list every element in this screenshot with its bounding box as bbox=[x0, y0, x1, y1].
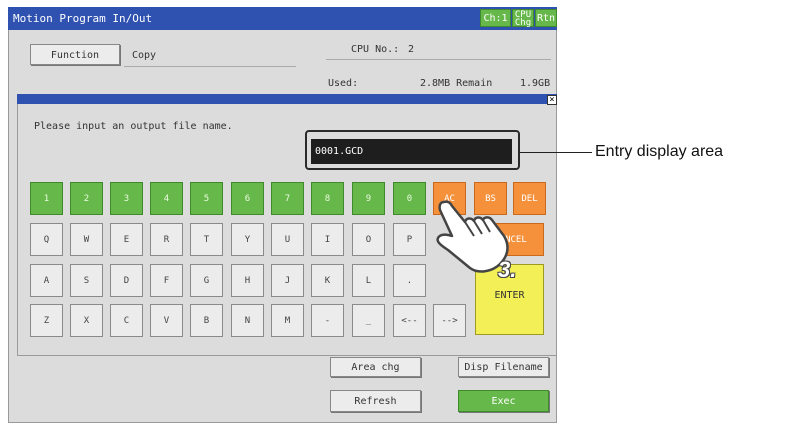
dialog-title-bar bbox=[17, 94, 557, 104]
key-minus[interactable]: - bbox=[311, 304, 344, 337]
key-v[interactable]: V bbox=[150, 304, 183, 337]
key-8[interactable]: 8 bbox=[311, 182, 344, 215]
function-underline bbox=[124, 66, 296, 67]
entry-highlight-box bbox=[305, 130, 520, 170]
key-1[interactable]: 1 bbox=[30, 182, 63, 215]
key-e[interactable]: E bbox=[110, 223, 143, 256]
key-underscore[interactable]: _ bbox=[352, 304, 385, 337]
callout-label: Entry display area bbox=[595, 143, 724, 160]
cpu-underline bbox=[326, 59, 551, 60]
cpu-number-value: 2 bbox=[408, 44, 415, 55]
key-g[interactable]: G bbox=[190, 264, 223, 297]
key-4[interactable]: 4 bbox=[150, 182, 183, 215]
key-p[interactable]: P bbox=[393, 223, 426, 256]
key-m[interactable]: M bbox=[271, 304, 304, 337]
key-5[interactable]: 5 bbox=[190, 182, 223, 215]
key-l[interactable]: L bbox=[352, 264, 385, 297]
key-2[interactable]: 2 bbox=[70, 182, 103, 215]
key-z[interactable]: Z bbox=[30, 304, 63, 337]
function-button[interactable]: Function bbox=[30, 44, 120, 65]
key-h[interactable]: H bbox=[231, 264, 264, 297]
key-3[interactable]: 3 bbox=[110, 182, 143, 215]
return-button[interactable]: Rtn bbox=[535, 9, 557, 27]
key-n[interactable]: N bbox=[231, 304, 264, 337]
key-f[interactable]: F bbox=[150, 264, 183, 297]
key-j[interactable]: J bbox=[271, 264, 304, 297]
size-value: 1.9GB bbox=[520, 78, 551, 89]
refresh-button[interactable]: Refresh bbox=[330, 390, 421, 412]
display-filename-button[interactable]: Disp Filename bbox=[458, 357, 549, 377]
key-0[interactable]: 0 bbox=[393, 182, 426, 215]
key-k[interactable]: K bbox=[311, 264, 344, 297]
key-w[interactable]: W bbox=[70, 223, 103, 256]
key-r[interactable]: R bbox=[150, 223, 183, 256]
remain-value: 2.8MB Remain bbox=[420, 78, 493, 89]
key-i[interactable]: I bbox=[311, 223, 344, 256]
key-t[interactable]: T bbox=[190, 223, 223, 256]
key-u[interactable]: U bbox=[271, 223, 304, 256]
exec-button[interactable]: Exec bbox=[458, 390, 549, 412]
close-icon[interactable]: × bbox=[547, 95, 557, 105]
key-y[interactable]: Y bbox=[231, 223, 264, 256]
cpu-number-label: CPU No.: bbox=[351, 44, 400, 55]
area-change-button[interactable]: Area chg bbox=[330, 357, 421, 377]
key-q[interactable]: Q bbox=[30, 223, 63, 256]
key-a[interactable]: A bbox=[30, 264, 63, 297]
channel-button[interactable]: Ch:1 bbox=[480, 9, 511, 27]
cursor-left-key[interactable]: <-- bbox=[393, 304, 426, 337]
dialog-prompt: Please input an output file name. bbox=[34, 121, 233, 132]
window-title: Motion Program In/Out bbox=[13, 12, 153, 25]
key-o[interactable]: O bbox=[352, 223, 385, 256]
key-7[interactable]: 7 bbox=[271, 182, 304, 215]
key-c[interactable]: C bbox=[110, 304, 143, 337]
key-b[interactable]: B bbox=[190, 304, 223, 337]
key-period[interactable]: . bbox=[393, 264, 426, 297]
function-value: Copy bbox=[132, 50, 157, 61]
key-9[interactable]: 9 bbox=[352, 182, 385, 215]
key-s[interactable]: S bbox=[70, 264, 103, 297]
key-6[interactable]: 6 bbox=[231, 182, 264, 215]
cpu-change-button[interactable]: CPU Chg bbox=[512, 9, 534, 28]
key-d[interactable]: D bbox=[110, 264, 143, 297]
used-label: Used: bbox=[328, 78, 359, 89]
callout-leader-line bbox=[520, 152, 592, 153]
step-number: 3. bbox=[498, 257, 517, 282]
key-x[interactable]: X bbox=[70, 304, 103, 337]
cursor-right-key[interactable]: --> bbox=[433, 304, 466, 337]
